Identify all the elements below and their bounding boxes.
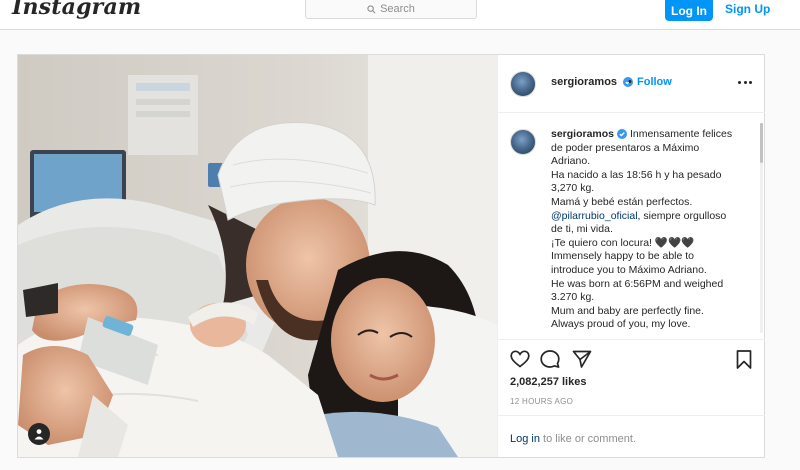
caption-text-line: Immensely happy to be able to [551, 250, 695, 263]
avatar[interactable] [510, 71, 536, 97]
caption-text-line: Mum and baby are perfectly fine. [551, 304, 704, 317]
post-header: sergioramos • Follow [498, 55, 765, 113]
caption-area[interactable]: sergioramos Inmensamente felices de pode… [498, 113, 765, 339]
search-icon [367, 4, 376, 13]
post-photo-illustration [18, 55, 497, 457]
caption-mention-line: @pilarrubio_oficial, siempre orgulloso [551, 210, 751, 224]
caption-text: sergioramos Inmensamente felices de pode… [551, 128, 751, 332]
caption-text-line: 3.270 kg. [551, 291, 595, 304]
scrollbar-thumb[interactable] [760, 123, 763, 163]
post-actions: 2,082,257 likes 12 HOURS AGO Log in to l… [498, 339, 765, 467]
share-icon[interactable] [572, 350, 592, 368]
caption-text-line: de poder presentaros a Máximo [551, 141, 700, 154]
caption-text-line: introduce you to Máximo Adriano. [551, 263, 707, 276]
heart-icon[interactable] [510, 350, 530, 368]
caption-text-line: 3,270 kg. [551, 182, 595, 195]
post-card: sergioramos • Follow sergioramos Inmensa… [17, 54, 765, 458]
caption-text-line: Inmensamente felices [629, 128, 733, 140]
more-options-icon[interactable] [738, 81, 752, 85]
likes-count[interactable]: 2,082,257 likes [510, 376, 586, 388]
caption-text-line: de ti, mi vida. [551, 223, 613, 236]
caption-avatar[interactable] [510, 129, 536, 155]
comment-icon[interactable] [540, 350, 560, 368]
separator-dot: • [628, 76, 632, 88]
login-link[interactable]: Log in [510, 433, 540, 445]
signup-link[interactable]: Sign Up [725, 2, 770, 16]
follow-button[interactable]: Follow [637, 76, 672, 88]
search-placeholder: Search [380, 3, 415, 15]
caption-text-line: Always proud of you, my love. [551, 318, 691, 331]
caption-username[interactable]: sergioramos [551, 128, 614, 140]
user-tag-button[interactable] [28, 423, 50, 445]
top-navigation-bar: Instagram Search Log In Sign Up [0, 0, 800, 30]
caption-text-line: , siempre orgulloso [637, 209, 727, 222]
caption-text-line: Adriano. [551, 155, 591, 168]
bookmark-icon[interactable] [736, 350, 752, 369]
post-timestamp[interactable]: 12 HOURS AGO [510, 397, 573, 406]
login-prompt: Log in to like or comment. [498, 415, 765, 459]
verified-badge-icon [617, 129, 628, 139]
caption-text-line: ¡Te quiero con locura! 🖤🖤🖤 [551, 236, 695, 249]
user-tag-icon [34, 429, 44, 440]
caption-text-line: Ha nacido a las 18:56 h y ha pesado [551, 168, 722, 181]
instagram-logo[interactable]: Instagram [12, 0, 141, 20]
mention-link[interactable]: @pilarrubio_oficial [551, 210, 638, 222]
post-sidebar: sergioramos • Follow sergioramos Inmensa… [497, 55, 765, 457]
login-prompt-text: to like or comment. [539, 433, 636, 445]
post-username[interactable]: sergioramos [551, 76, 634, 88]
search-input[interactable]: Search [305, 0, 477, 19]
caption-text-line: He was born at 6:56PM and weighed [551, 277, 724, 290]
username-text[interactable]: sergioramos [551, 76, 617, 88]
login-button[interactable]: Log In [665, 0, 713, 21]
caption-text-line: Mamá y bebé están perfectos. [551, 195, 693, 208]
post-photo[interactable] [18, 55, 497, 457]
caption-scrollbar[interactable] [760, 123, 763, 333]
caption-line-1: sergioramos Inmensamente felices [551, 128, 751, 142]
